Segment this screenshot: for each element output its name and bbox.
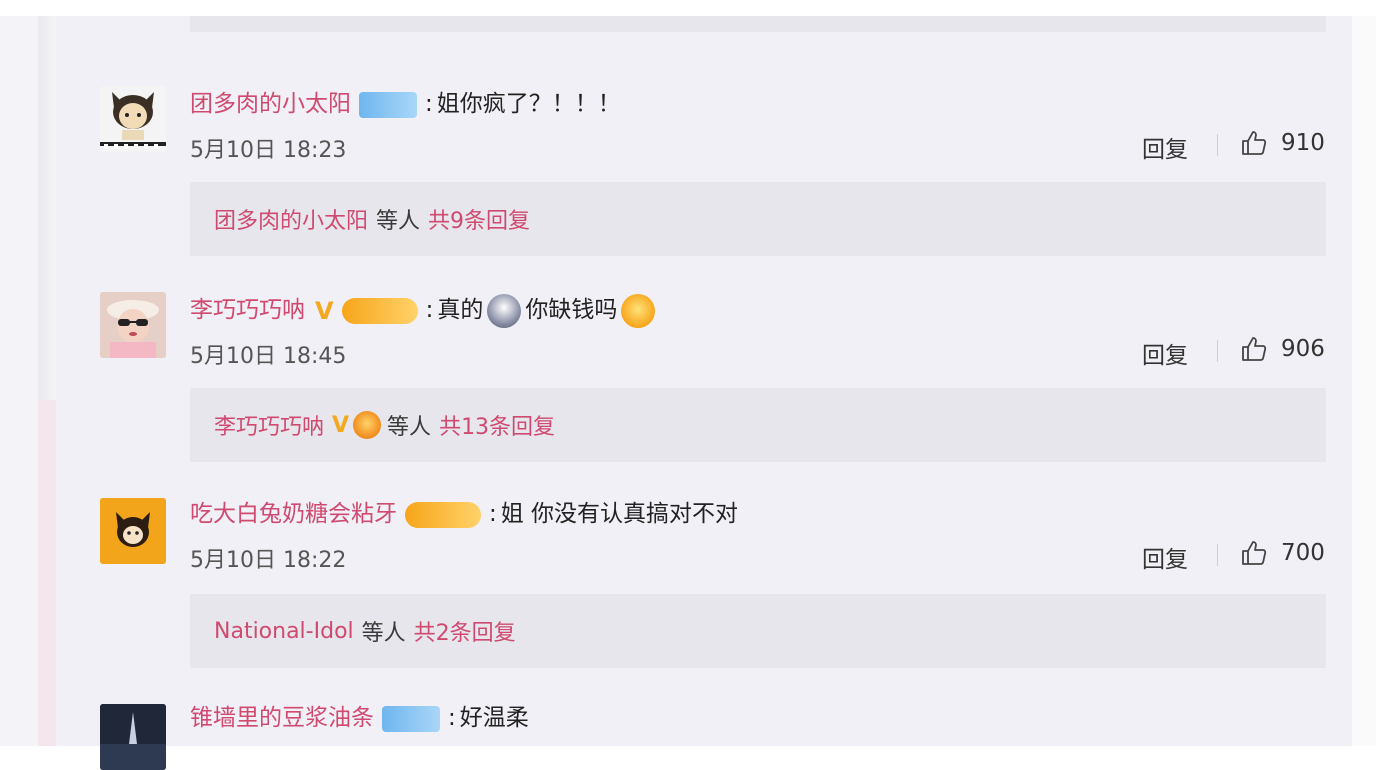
thumbs-up-icon: [1242, 131, 1267, 155]
like-count: 700: [1281, 540, 1325, 566]
colon: :: [425, 91, 433, 117]
thread-username[interactable]: 团多肉的小太阳: [214, 203, 368, 235]
crying-emoji-icon: [487, 293, 522, 328]
avatar[interactable]: [100, 292, 166, 358]
avatar-cat-image: [100, 86, 166, 152]
thumbs-up-icon: [1242, 541, 1267, 565]
verified-icon: V: [332, 412, 350, 438]
comment-item: 团多肉的小太阳: 姐你疯了？！！！ 5月10日 18:23 回复 910: [0, 80, 1376, 190]
divider: [1217, 340, 1218, 362]
comment-date: 5月10日: [190, 138, 276, 163]
member-badge: [382, 705, 440, 732]
thumbs-up-icon: [1242, 337, 1267, 361]
comment-item: 吃大白兔奶糖会粘牙: 姐 你没有认真搞对不对 5月10日 18:22 回复 700: [0, 490, 1376, 600]
top-edge: [0, 0, 1376, 16]
thread-reply-count[interactable]: 共13条回复: [439, 409, 555, 441]
comment-item: 锥墙里的豆浆油条: 好温柔: [0, 696, 1376, 770]
comment-timestamp: 5月10日 18:23: [190, 132, 346, 164]
username-link[interactable]: 团多肉的小太阳: [190, 91, 351, 117]
comment-date: 5月10日: [190, 548, 276, 573]
comment-time: 18:45: [283, 344, 347, 369]
thread-reply-count[interactable]: 共9条回复: [428, 203, 530, 235]
comment-time: 18:22: [283, 548, 347, 573]
like-button[interactable]: 906: [1239, 334, 1325, 364]
reply-button[interactable]: 回复: [1142, 540, 1188, 574]
username-link[interactable]: 李巧巧巧呐: [190, 297, 305, 323]
comment-header: 李巧巧巧呐 V: 真的 你缺钱吗: [190, 290, 659, 328]
verified-icon: V: [315, 296, 334, 325]
vip-badge: [341, 297, 418, 324]
colon: :: [448, 705, 456, 731]
divider: [1217, 544, 1218, 566]
comment-text-part: 你缺钱吗: [525, 297, 618, 323]
comment-timestamp: 5月10日 18:22: [190, 542, 346, 574]
reply-thread-box[interactable]: 李巧巧巧呐 V 等人 共13条回复: [190, 388, 1326, 462]
comment-text: 姐你疯了？！！！: [436, 91, 621, 117]
comment-timestamp: 5月10日 18:45: [190, 338, 346, 370]
vip-badge: [405, 501, 481, 528]
thread-username[interactable]: 李巧巧巧呐: [214, 409, 324, 441]
comment-header: 吃大白兔奶糖会粘牙: 姐 你没有认真搞对不对: [190, 494, 738, 528]
comment-item: 李巧巧巧呐 V: 真的 你缺钱吗 5月10日 18:45 回复 906: [0, 286, 1376, 396]
reply-button[interactable]: 回复: [1142, 336, 1188, 370]
comment-time: 18:23: [283, 138, 347, 163]
thread-username[interactable]: National-Idol: [214, 619, 354, 644]
colon: :: [489, 501, 497, 527]
comment-text: 好温柔: [459, 705, 529, 731]
like-button[interactable]: 700: [1239, 538, 1325, 568]
crown-badge-icon: [353, 411, 382, 439]
smile-emoji-icon: [621, 293, 656, 328]
username-link[interactable]: 吃大白兔奶糖会粘牙: [190, 501, 397, 527]
avatar[interactable]: [100, 498, 166, 564]
comment-text: 姐 你没有认真搞对不对: [500, 501, 739, 527]
reply-thread-box[interactable]: National-Idol 等人 共2条回复: [190, 594, 1326, 668]
thread-mid-text: 等人: [361, 621, 406, 646]
thread-mid-text: 等人: [387, 415, 432, 440]
avatar-night-image: [100, 704, 166, 770]
thread-reply-count[interactable]: 共2条回复: [414, 615, 516, 647]
divider: [1217, 134, 1218, 156]
avatar-cartoon-image: [100, 498, 166, 564]
comment-header: 锥墙里的豆浆油条: 好温柔: [190, 698, 529, 732]
comment-text-part: 真的: [437, 297, 484, 323]
reply-button[interactable]: 回复: [1142, 130, 1188, 164]
member-badge: [359, 91, 417, 118]
like-button[interactable]: 910: [1239, 128, 1325, 158]
comment-date: 5月10日: [190, 344, 276, 369]
reply-thread-box[interactable]: 团多肉的小太阳 等人 共9条回复: [190, 182, 1326, 256]
colon: :: [425, 297, 434, 323]
comment-header: 团多肉的小太阳: 姐你疯了？！！！: [190, 84, 621, 118]
avatar-girl-image: [100, 292, 166, 358]
avatar[interactable]: [100, 86, 166, 152]
thread-mid-text: 等人: [376, 209, 421, 234]
username-link[interactable]: 锥墙里的豆浆油条: [190, 705, 374, 731]
avatar[interactable]: [100, 704, 166, 770]
like-count: 906: [1281, 336, 1325, 362]
like-count: 910: [1281, 130, 1325, 156]
